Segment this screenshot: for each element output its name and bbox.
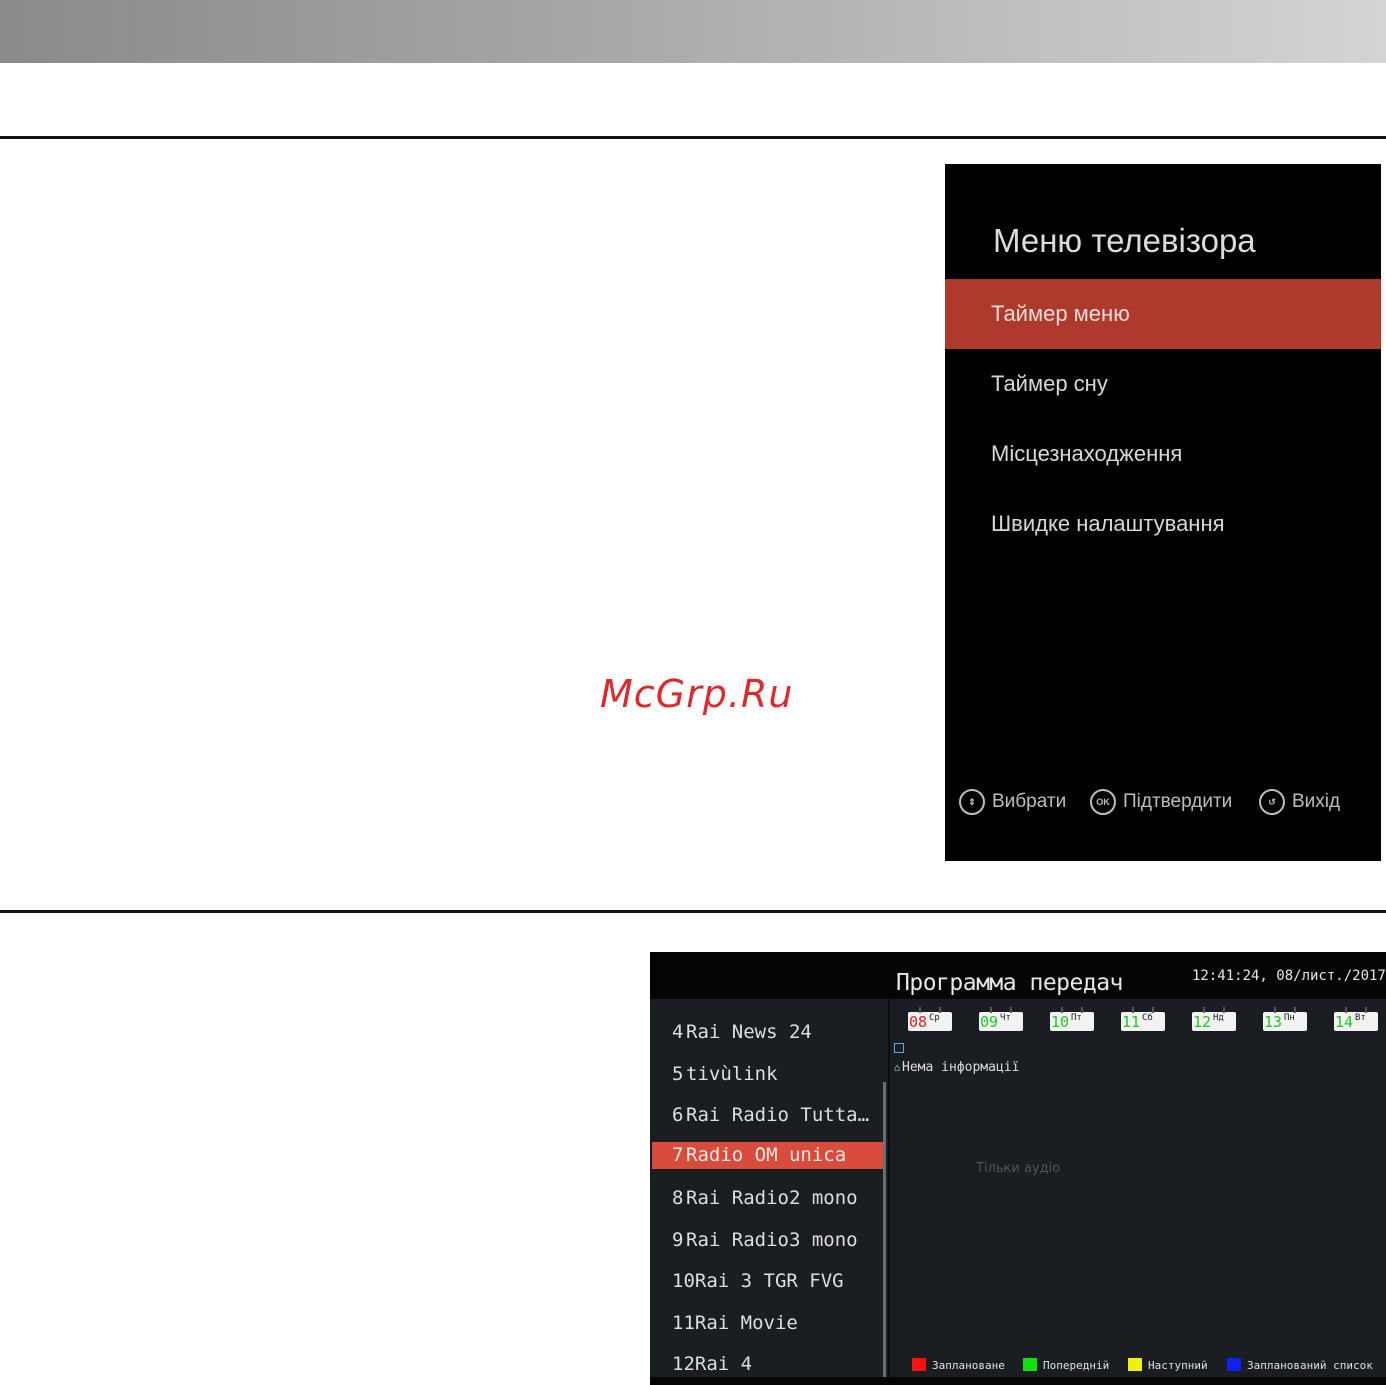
day-tab[interactable]: 10 Пт [1050, 1007, 1094, 1031]
confirm-hint-label: Підтвердити [1123, 791, 1233, 812]
legend-item-green[interactable]: Попередній [1023, 1358, 1109, 1372]
channel-list: 4 Rai News 24 5 tivùlink 6 Rai Radio Tutta…… [650, 999, 888, 1385]
day-number: 12 [1193, 1013, 1212, 1031]
up-down-arrows-icon: ⇕ [959, 789, 985, 815]
epg-clock: 12:41:24, 08/лист./2017 [1192, 968, 1386, 984]
legend-item-red[interactable]: Заплановане [912, 1358, 1005, 1372]
select-hint: ⇕ Вибрати [959, 787, 1066, 817]
day-weekday: Пн [1284, 1013, 1295, 1023]
channel-row[interactable]: 12Rai 4 [652, 1351, 886, 1378]
legend-item-yellow[interactable]: Наступний [1128, 1358, 1208, 1372]
channel-row[interactable]: 8 Rai Radio2 mono [652, 1185, 886, 1212]
day-number: 10 [1051, 1013, 1070, 1031]
channel-row-selected[interactable]: 7 Radio OM unica [652, 1142, 886, 1169]
channel-row[interactable]: 11Rai Movie [652, 1310, 886, 1337]
channel-row[interactable]: 5 tivùlink [652, 1061, 886, 1088]
no-info-text: Нема інформації [902, 1060, 1020, 1075]
epg-screen: Программа передач 12:41:24, 08/лист./201… [650, 952, 1386, 1385]
channel-list-scrollbar[interactable] [883, 1082, 886, 1378]
exit-hint-label: Вихід [1292, 791, 1341, 812]
channel-row[interactable]: 10Rai 3 TGR FVG [652, 1268, 886, 1295]
day-tab[interactable]: 08 Ср [908, 1007, 952, 1031]
day-weekday: Чт [1000, 1013, 1011, 1023]
red-key-icon [912, 1358, 926, 1371]
tv-menu-screen: Меню телевізора Таймер меню Таймер сну М… [945, 164, 1381, 861]
day-number: 14 [1335, 1013, 1354, 1031]
menu-item-timer-menu[interactable]: Таймер меню [945, 279, 1381, 349]
day-weekday: Ср [929, 1013, 940, 1023]
menu-item-location[interactable]: Місцезнаходження [945, 419, 1381, 489]
select-hint-label: Вибрати [992, 791, 1067, 812]
confirm-hint: OK Підтвердити [1090, 787, 1232, 817]
day-tab[interactable]: 13 Пн [1263, 1007, 1307, 1031]
header-gradient-band [0, 0, 1386, 63]
day-number: 13 [1264, 1013, 1283, 1031]
menu-item-quick-setup[interactable]: Швидке налаштування [945, 489, 1381, 559]
green-key-icon [1023, 1358, 1037, 1371]
epg-title: Программа передач [896, 970, 1123, 996]
clock-icon [894, 1043, 904, 1053]
section-divider [0, 910, 1386, 913]
day-tab[interactable]: 11 Сб [1121, 1007, 1165, 1031]
epg-bottom-strip [650, 1377, 1386, 1385]
watermark: McGrp.Ru [600, 672, 794, 716]
day-number: 09 [980, 1013, 999, 1031]
day-weekday: Вт [1355, 1013, 1366, 1023]
day-weekday: Сб [1142, 1013, 1153, 1023]
day-weekday: Нд [1213, 1013, 1224, 1023]
ok-icon: OK [1090, 789, 1116, 815]
tv-menu-title: Меню телевізора [993, 222, 1256, 259]
section-divider [0, 136, 1386, 139]
info-icon: ⌂ [894, 1063, 901, 1074]
day-number: 08 [909, 1013, 928, 1031]
return-arrow-icon: ↺ [1259, 789, 1285, 815]
yellow-key-icon [1128, 1358, 1142, 1371]
day-number: 11 [1122, 1013, 1141, 1031]
tv-menu-footer: ⇕ Вибрати OK Підтвердити ↺ Вихід [959, 787, 1379, 817]
blue-key-icon [1227, 1358, 1241, 1371]
legend-item-blue[interactable]: Запланований список [1227, 1358, 1373, 1372]
no-info-line: ⌂ Нема інформації [894, 1060, 1019, 1075]
audio-only-text: Тільки аудіо [976, 1161, 1061, 1176]
exit-hint: ↺ Вихід [1259, 787, 1340, 817]
channel-row[interactable]: 4 Rai News 24 [652, 1019, 886, 1046]
day-tab[interactable]: 14 Вт [1334, 1007, 1378, 1031]
menu-item-sleep-timer[interactable]: Таймер сну [945, 349, 1381, 419]
day-tab[interactable]: 12 Нд [1192, 1007, 1236, 1031]
channel-row[interactable]: 6 Rai Radio Tutta… [652, 1102, 886, 1129]
epg-divider [888, 999, 890, 1385]
day-weekday: Пт [1071, 1013, 1082, 1023]
channel-row[interactable]: 9 Rai Radio3 mono [652, 1227, 886, 1254]
day-tab[interactable]: 09 Чт [979, 1007, 1023, 1031]
